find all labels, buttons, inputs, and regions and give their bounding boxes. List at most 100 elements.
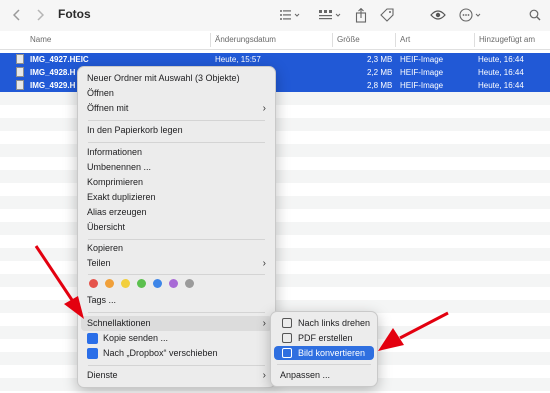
chevron-right-icon: › bbox=[262, 103, 266, 114]
submenu-item-create-pdf[interactable]: PDF erstellen bbox=[274, 331, 374, 345]
menu-item-label: In den Papierkorb legen bbox=[87, 125, 183, 135]
dropbox-icon bbox=[87, 348, 98, 359]
menu-item-label: Nach „Dropbox“ verschieben bbox=[103, 348, 218, 358]
menu-separator bbox=[88, 142, 265, 143]
file-size: 2,2 MB bbox=[367, 68, 393, 77]
menu-separator bbox=[88, 239, 265, 240]
chevron-left-icon[interactable] bbox=[10, 6, 24, 24]
menu-item-label: Neuer Ordner mit Auswahl (3 Objekte) bbox=[87, 73, 240, 83]
submenu-item-label: PDF erstellen bbox=[298, 333, 353, 343]
menu-item-compress[interactable]: Komprimieren bbox=[81, 175, 272, 190]
menu-item-open-with[interactable]: Öffnen mit › bbox=[81, 101, 272, 116]
file-modified: Heute, 15:57 bbox=[215, 55, 261, 64]
menu-item-label: Alias erzeugen bbox=[87, 207, 147, 217]
chevron-right-icon: › bbox=[262, 318, 266, 329]
menu-separator bbox=[88, 274, 265, 275]
file-name: IMG_4928.H bbox=[30, 68, 76, 77]
tag-color-dot[interactable] bbox=[121, 279, 130, 288]
column-name[interactable]: Name bbox=[30, 35, 51, 44]
submenu-item-label: Nach links drehen bbox=[298, 318, 371, 328]
image-icon bbox=[282, 348, 292, 358]
tag-color-dot[interactable] bbox=[153, 279, 162, 288]
tag-color-dot[interactable] bbox=[185, 279, 194, 288]
menu-item-label: Dienste bbox=[87, 370, 118, 380]
menu-item-share[interactable]: Teilen › bbox=[81, 256, 272, 271]
more-icon[interactable] bbox=[458, 6, 484, 24]
grid-view-icon[interactable] bbox=[316, 6, 344, 24]
menu-item-copy[interactable]: Kopieren bbox=[81, 241, 272, 256]
window-title: Fotos bbox=[58, 7, 91, 21]
quick-actions-submenu: Nach links drehen PDF erstellen Bild kon… bbox=[270, 311, 378, 387]
submenu-item-label: Bild konvertieren bbox=[298, 348, 366, 358]
menu-item-new-folder[interactable]: Neuer Ordner mit Auswahl (3 Objekte) bbox=[81, 71, 272, 86]
menu-separator bbox=[88, 365, 265, 366]
menu-item-info[interactable]: Informationen bbox=[81, 145, 272, 160]
tag-color-dot[interactable] bbox=[89, 279, 98, 288]
menu-item-services[interactable]: Dienste › bbox=[81, 368, 272, 383]
menu-separator bbox=[88, 312, 265, 313]
submenu-item-customize[interactable]: Anpassen ... bbox=[274, 368, 374, 382]
menu-item-send-copy[interactable]: Kopie senden ... bbox=[81, 331, 272, 346]
tag-icon[interactable] bbox=[378, 6, 396, 24]
file-name: IMG_4927.HEIC bbox=[30, 55, 89, 64]
eye-icon[interactable] bbox=[428, 6, 448, 24]
menu-item-duplicate[interactable]: Exakt duplizieren bbox=[81, 190, 272, 205]
column-added[interactable]: Hinzugefügt am bbox=[474, 33, 535, 47]
menu-item-trash[interactable]: In den Papierkorb legen bbox=[81, 123, 272, 138]
menu-item-overview[interactable]: Übersicht bbox=[81, 220, 272, 235]
table-row[interactable]: IMG_4927.HEIC Heute, 15:57 2,3 MB HEIF-I… bbox=[0, 53, 550, 66]
menu-separator bbox=[277, 364, 371, 365]
file-name: IMG_4929.H bbox=[30, 81, 76, 90]
menu-item-label: Öffnen bbox=[87, 88, 114, 98]
file-icon bbox=[16, 80, 24, 90]
dropbox-icon bbox=[87, 333, 98, 344]
menu-item-tags[interactable]: Tags ... bbox=[81, 293, 272, 308]
menu-item-open[interactable]: Öffnen bbox=[81, 86, 272, 101]
menu-item-label: Kopie senden ... bbox=[103, 333, 169, 343]
search-icon[interactable] bbox=[527, 6, 543, 24]
menu-item-quick-actions[interactable]: Schnellaktionen › bbox=[81, 316, 272, 331]
file-kind: HEIF-Image bbox=[400, 68, 444, 77]
menu-item-rename[interactable]: Umbenennen ... bbox=[81, 160, 272, 175]
column-header: Name Änderungsdatum Größe Art Hinzugefüg… bbox=[0, 31, 550, 50]
submenu-item-rotate-left[interactable]: Nach links drehen bbox=[274, 316, 374, 330]
tag-color-dot[interactable] bbox=[137, 279, 146, 288]
menu-item-label: Schnellaktionen bbox=[87, 318, 151, 328]
tag-color-dot[interactable] bbox=[105, 279, 114, 288]
file-added: Heute, 16:44 bbox=[478, 68, 524, 77]
menu-item-label: Exakt duplizieren bbox=[87, 192, 156, 202]
submenu-item-convert-image[interactable]: Bild konvertieren bbox=[274, 346, 374, 360]
menu-item-move-dropbox[interactable]: Nach „Dropbox“ verschieben bbox=[81, 346, 272, 361]
chevron-right-icon[interactable] bbox=[33, 6, 47, 24]
file-size: 2,8 MB bbox=[367, 81, 393, 90]
menu-item-label: Kopieren bbox=[87, 243, 124, 253]
column-size[interactable]: Größe bbox=[332, 33, 360, 47]
file-added: Heute, 16:44 bbox=[478, 81, 524, 90]
submenu-item-label: Anpassen ... bbox=[280, 370, 331, 380]
column-modified[interactable]: Änderungsdatum bbox=[210, 33, 276, 47]
menu-item-label: Tags ... bbox=[87, 295, 117, 305]
menu-item-label: Teilen bbox=[87, 258, 111, 268]
file-icon bbox=[16, 54, 24, 64]
menu-item-label: Übersicht bbox=[87, 222, 126, 232]
list-view-icon[interactable] bbox=[277, 6, 303, 24]
tag-color-dot[interactable] bbox=[169, 279, 178, 288]
menu-item-label: Umbenennen ... bbox=[87, 162, 152, 172]
rotate-left-icon bbox=[282, 318, 292, 328]
menu-item-label: Komprimieren bbox=[87, 177, 144, 187]
chevron-right-icon: › bbox=[262, 258, 266, 269]
file-kind: HEIF-Image bbox=[400, 55, 444, 64]
share-icon[interactable] bbox=[353, 6, 369, 24]
file-added: Heute, 16:44 bbox=[478, 55, 524, 64]
file-kind: HEIF-Image bbox=[400, 81, 444, 90]
menu-separator bbox=[88, 120, 265, 121]
menu-item-alias[interactable]: Alias erzeugen bbox=[81, 205, 272, 220]
context-menu: Neuer Ordner mit Auswahl (3 Objekte) Öff… bbox=[77, 66, 276, 388]
column-kind[interactable]: Art bbox=[395, 33, 410, 47]
chevron-right-icon: › bbox=[262, 370, 266, 381]
menu-item-label: Öffnen mit bbox=[87, 103, 129, 113]
toolbar: Fotos bbox=[0, 0, 550, 32]
file-size: 2,3 MB bbox=[367, 55, 393, 64]
document-icon bbox=[282, 333, 292, 343]
menu-item-label: Informationen bbox=[87, 147, 143, 157]
